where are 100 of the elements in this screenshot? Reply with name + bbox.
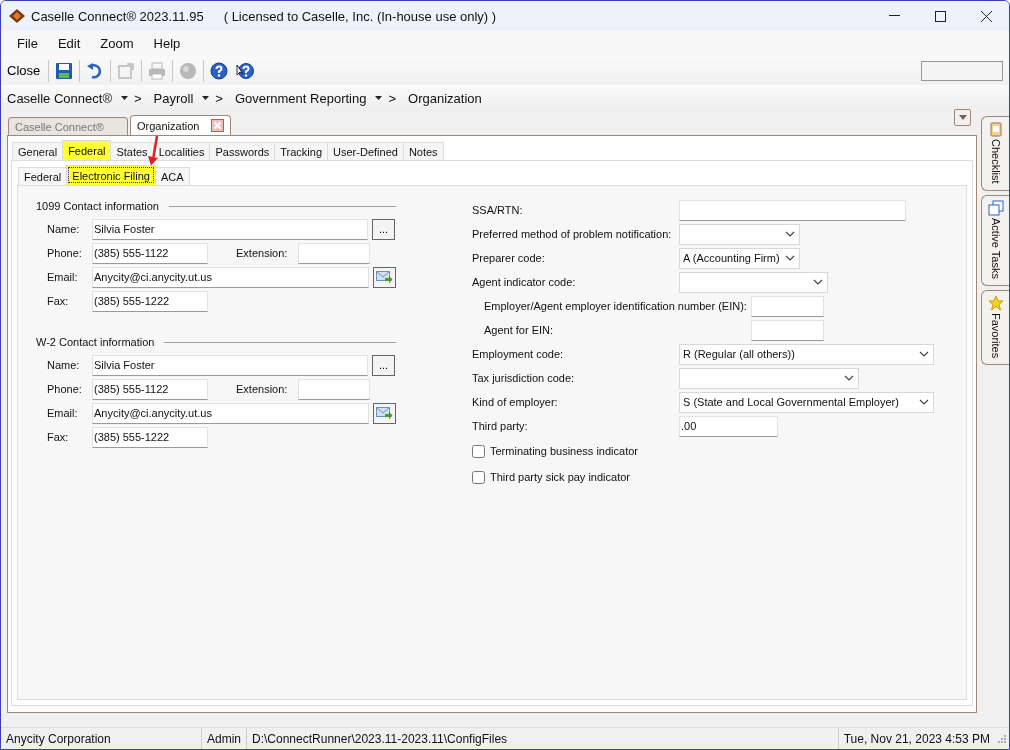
- field-label: Employment code:: [472, 348, 565, 360]
- side-tab[interactable]: Active Tasks: [981, 194, 1009, 286]
- extension-field[interactable]: [298, 378, 370, 400]
- tab[interactable]: Federal: [62, 140, 112, 160]
- breadcrumb-link[interactable]: Caselle Connect®: [7, 90, 112, 106]
- windows-icon: [987, 199, 1004, 216]
- field-label: Tax jurisdiction code:: [472, 372, 576, 384]
- field-label: Preferred method of problem notification:: [472, 228, 673, 240]
- field-label: Name:: [47, 223, 81, 235]
- chevron-down-icon: [844, 375, 854, 381]
- text-field[interactable]: [679, 199, 906, 221]
- status-text: D:\ConnectRunner\2023.11-2023.11\ConfigFiles: [246, 728, 838, 749]
- field-label: Fax:: [47, 295, 70, 307]
- name-field[interactable]: Silvia Foster: [92, 218, 368, 240]
- field-label: Phone:: [47, 247, 83, 259]
- status-text: Anycity Corporation: [5, 730, 112, 748]
- checkbox[interactable]: [472, 444, 485, 458]
- text-field[interactable]: [751, 319, 824, 341]
- email-field[interactable]: Anycity@ci.anycity.ut.us: [92, 266, 369, 288]
- annotation-arrow: [145, 135, 159, 166]
- chevron-down-icon: [919, 399, 929, 405]
- text-field[interactable]: .00: [679, 415, 778, 437]
- name-field[interactable]: Silvia Foster: [92, 354, 368, 376]
- chevron-down-icon: [785, 255, 795, 261]
- breadcrumb-link[interactable]: Payroll: [153, 90, 194, 106]
- close-icon[interactable]: [211, 119, 225, 132]
- checkbox-label: Third party sick pay indicator: [490, 471, 630, 483]
- fax-field[interactable]: (385) 555-1222: [92, 426, 208, 448]
- toolbar-button[interactable]: [208, 59, 231, 82]
- side-tab[interactable]: Checklist: [981, 116, 1009, 191]
- browse-button[interactable]: ...: [372, 218, 395, 240]
- dropdown[interactable]: A (Accounting Firm): [679, 247, 800, 269]
- phone-field[interactable]: (385) 555-1122: [92, 242, 208, 264]
- caret-icon[interactable]: [119, 95, 129, 101]
- search-field[interactable]: [921, 60, 1003, 81]
- tab[interactable]: ACA: [154, 167, 190, 185]
- section-title: W-2 Contact information: [36, 336, 155, 348]
- window-title: Caselle Connect® 2023.11.95: [31, 8, 204, 24]
- menu-item[interactable]: File: [7, 34, 48, 53]
- field-label: SSA/RTN:: [472, 204, 524, 216]
- field-label: Kind of employer:: [472, 396, 559, 408]
- printer-icon: [148, 61, 167, 80]
- extension-field[interactable]: [298, 242, 370, 264]
- fax-field[interactable]: (385) 555-1222: [92, 290, 208, 312]
- breadcrumb-separator: >: [388, 90, 396, 106]
- field-label: Agent indicator code:: [472, 276, 577, 288]
- side-tab[interactable]: Favorites: [981, 289, 1009, 365]
- checkbox-label: Terminating business indicator: [490, 445, 638, 457]
- tab-list-button[interactable]: [954, 109, 971, 126]
- tab[interactable]: States: [110, 142, 154, 160]
- caret-icon: [958, 115, 967, 120]
- resize-grip-icon: [997, 733, 1007, 744]
- document-icon: [117, 61, 136, 80]
- tab[interactable]: User-Defined: [327, 142, 404, 160]
- status-text: Tue, Nov 21, 2023 4:53 PM: [837, 728, 995, 749]
- field-label: Preparer code:: [472, 252, 546, 264]
- tab[interactable]: Electronic Filing: [66, 165, 156, 185]
- field-label: Extension:: [236, 383, 289, 395]
- tab[interactable]: Tracking: [274, 142, 329, 160]
- section-title: 1099 Contact information: [36, 200, 159, 212]
- app-logo-icon: [9, 9, 25, 23]
- chevron-down-icon: [785, 231, 795, 237]
- breadcrumb-link[interactable]: Organization: [408, 90, 482, 106]
- field-label: Employer/Agent employer identification number (EIN):: [484, 300, 748, 312]
- save-icon: [55, 61, 74, 80]
- tab[interactable]: Notes: [402, 142, 444, 160]
- document-tab[interactable]: Caselle Connect®: [8, 117, 128, 135]
- document-tab[interactable]: Organization: [130, 115, 232, 135]
- text-field[interactable]: [751, 295, 824, 317]
- maximize-icon: [934, 10, 946, 22]
- send-email-button[interactable]: [373, 266, 396, 288]
- field-label: Extension:: [236, 247, 289, 259]
- menu-item[interactable]: Help: [143, 34, 191, 53]
- send-email-button[interactable]: [373, 402, 396, 424]
- field-label: Email:: [47, 407, 79, 419]
- tab[interactable]: General: [12, 142, 64, 160]
- field-label: Third party:: [472, 420, 529, 432]
- tab[interactable]: Passwords: [209, 142, 276, 160]
- menu-item[interactable]: Edit: [47, 34, 91, 53]
- tab[interactable]: Federal: [18, 167, 68, 185]
- field-label: Name:: [47, 359, 81, 371]
- chevron-down-icon: [813, 279, 823, 285]
- email-field[interactable]: Anycity@ci.anycity.ut.us: [92, 402, 369, 424]
- caret-icon[interactable]: [201, 95, 211, 101]
- chevron-down-icon: [919, 351, 929, 357]
- breadcrumb-separator: >: [215, 90, 223, 106]
- caret-icon[interactable]: [374, 95, 384, 101]
- help-pointer-icon: [236, 61, 255, 80]
- dropdown[interactable]: R (Regular (all others)): [679, 343, 934, 365]
- checkbox[interactable]: [472, 470, 485, 484]
- breadcrumb-link[interactable]: Government Reporting: [234, 90, 367, 106]
- star-icon: [987, 294, 1004, 311]
- close-text-button[interactable]: Close: [7, 63, 45, 78]
- dropdown[interactable]: S (State and Local Governmental Employer): [679, 391, 934, 413]
- browse-button[interactable]: ...: [372, 354, 395, 376]
- tab-label: Caselle Connect®: [15, 120, 104, 133]
- tab[interactable]: Localities: [152, 142, 211, 160]
- menu-item[interactable]: Zoom: [90, 34, 144, 53]
- phone-field[interactable]: (385) 555-1122: [92, 378, 208, 400]
- license-text: ( Licensed to Caselle, Inc. (In-house use only) ): [223, 8, 497, 24]
